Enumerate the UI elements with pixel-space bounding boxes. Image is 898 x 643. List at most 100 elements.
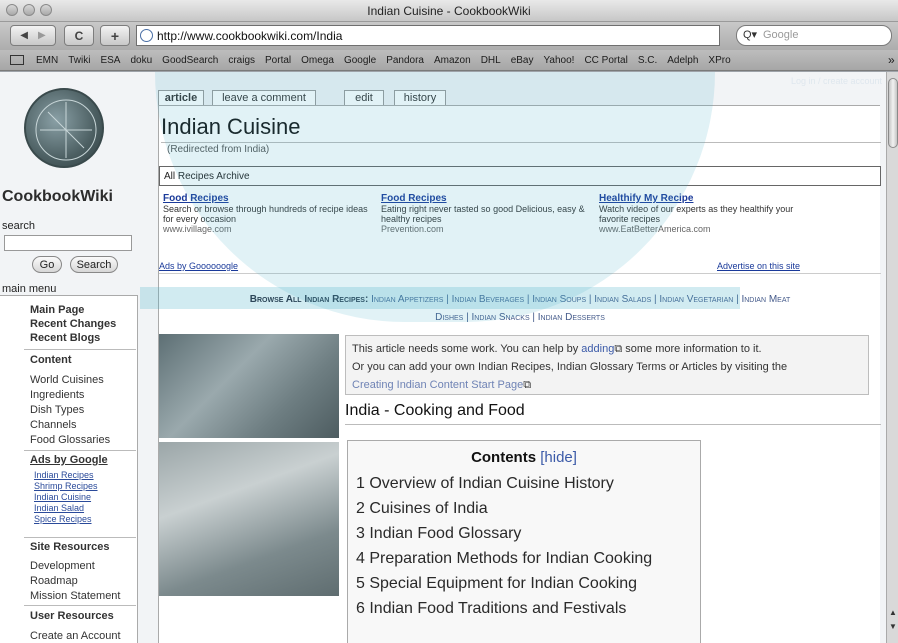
google-search-field[interactable]: Q▾ Google: [736, 25, 892, 46]
start-page-link[interactable]: Creating Indian Content Start Page: [352, 379, 523, 391]
sidebar-content-item[interactable]: Food Glossaries: [30, 434, 110, 446]
section-heading: India - Cooking and Food: [345, 402, 525, 419]
toc-item[interactable]: 3 Indian Food Glossary: [356, 525, 521, 543]
bookmark-item[interactable]: EMN: [36, 55, 58, 66]
toc-title-text: Contents: [471, 449, 537, 466]
globe-icon: [140, 29, 153, 42]
advertise-link[interactable]: Advertise on this site: [717, 261, 800, 271]
search-icon: Q▾: [743, 29, 758, 41]
bookmark-item[interactable]: Portal: [265, 55, 291, 66]
back-arrow-icon[interactable]: ◀: [20, 30, 28, 41]
sidebar-content-item[interactable]: Channels: [30, 419, 76, 431]
sidebar-section-heading: Content: [30, 354, 72, 366]
bookmark-item[interactable]: Yahoo!: [544, 55, 575, 66]
bookmark-item[interactable]: Omega: [301, 55, 334, 66]
bookmark-item[interactable]: craigs: [228, 55, 255, 66]
article-notice: This article needs some work. You can he…: [345, 335, 869, 395]
toc-title: Contents [hide]: [348, 449, 700, 466]
google-search-placeholder: Google: [763, 29, 799, 41]
reload-icon: C: [74, 28, 84, 43]
bookmark-item[interactable]: Amazon: [434, 55, 471, 66]
sidebar-ad-link[interactable]: Spice Recipes: [34, 514, 92, 524]
sidebar-ad-link[interactable]: Indian Cuisine: [34, 492, 91, 502]
forward-arrow-icon[interactable]: ▶: [38, 30, 46, 41]
toc-hide-toggle[interactable]: [hide]: [540, 449, 577, 466]
menu-divider: [24, 537, 136, 538]
sidebar-user-item[interactable]: Create an Account: [30, 630, 121, 642]
sidebar-resource-item[interactable]: Development: [30, 560, 95, 572]
search-button[interactable]: Search: [70, 256, 118, 273]
ads-by-google-link[interactable]: Ads by Goooooogle: [159, 261, 238, 271]
bookmarks-overflow-icon[interactable]: »: [888, 53, 895, 67]
scrollbar-thumb[interactable]: [888, 78, 898, 148]
notice-text: some more information to it.: [622, 343, 762, 355]
toc-item[interactable]: 4 Preparation Methods for Indian Cooking: [356, 550, 652, 568]
bookmark-item[interactable]: ESA: [100, 55, 120, 66]
sidebar-section-heading: User Resources: [30, 610, 114, 622]
food-photo-1: [159, 334, 339, 438]
site-logo[interactable]: [24, 88, 104, 168]
bookmark-item[interactable]: S.C.: [638, 55, 657, 66]
bookmark-item[interactable]: Adelph: [667, 55, 698, 66]
bookmark-item[interactable]: doku: [130, 55, 152, 66]
go-button[interactable]: Go: [32, 256, 62, 273]
sidebar-resource-item[interactable]: Roadmap: [30, 575, 78, 587]
vertical-scrollbar[interactable]: ▲ ▼: [886, 72, 898, 643]
bookmark-item[interactable]: eBay: [511, 55, 534, 66]
sidebar-ads-heading[interactable]: Ads by Google: [30, 454, 108, 466]
sidebar: CookbookWiki search Go Search main menu …: [0, 72, 140, 643]
sidebar-content-item[interactable]: Ingredients: [30, 389, 84, 401]
window-titlebar: Indian Cuisine - CookbookWiki: [0, 0, 898, 22]
notice-line-2: Or you can add your own Indian Recipes, …: [352, 361, 788, 373]
sidebar-resource-item[interactable]: Mission Statement: [30, 590, 120, 602]
bookmark-item[interactable]: Google: [344, 55, 376, 66]
toc-item[interactable]: 5 Special Equipment for Indian Cooking: [356, 575, 637, 593]
bookmark-item[interactable]: DHL: [481, 55, 501, 66]
bookmark-item[interactable]: Twiki: [68, 55, 90, 66]
login-link[interactable]: Log in / create account: [728, 76, 882, 86]
sidebar-ad-link[interactable]: Indian Salad: [34, 503, 84, 513]
address-bar[interactable]: http://www.cookbookwiki.com/India: [136, 25, 720, 46]
sidebar-section-heading: Site Resources: [30, 541, 110, 553]
notice-line-3: Creating Indian Content Start Page⧉: [352, 376, 862, 394]
sidebar-nav-item[interactable]: Recent Changes: [30, 318, 116, 330]
bookmark-item[interactable]: CC Portal: [584, 55, 627, 66]
web-page: CookbookWiki search Go Search main menu …: [0, 72, 898, 643]
search-label: search: [2, 220, 36, 232]
scroll-up-arrow[interactable]: ▲: [888, 608, 898, 617]
notice-line-1: This article needs some work. You can he…: [352, 340, 862, 358]
bookmark-item[interactable]: Pandora: [386, 55, 424, 66]
add-icon: +: [110, 27, 120, 44]
external-link-icon: ⧉: [523, 379, 532, 391]
toc-item[interactable]: 1 Overview of Indian Cuisine History: [356, 475, 614, 493]
main-menu-heading: main menu: [2, 283, 57, 295]
bookmark-item[interactable]: GoodSearch: [162, 55, 218, 66]
table-of-contents: Contents [hide] 1 Overview of Indian Cui…: [347, 440, 701, 643]
sidebar-nav-item[interactable]: Recent Blogs: [30, 332, 100, 344]
add-bookmark-button[interactable]: +: [100, 25, 130, 46]
sidebar-content-item[interactable]: World Cuisines: [30, 374, 104, 386]
bookmark-item[interactable]: XPro: [708, 55, 730, 66]
site-name[interactable]: CookbookWiki: [2, 188, 113, 206]
back-forward-buttons[interactable]: ◀ ▶: [10, 25, 56, 46]
notice-text: This article needs some work. You can he…: [352, 343, 582, 355]
menu-divider: [24, 349, 136, 350]
sidebar-nav-item[interactable]: Main Page: [30, 304, 84, 316]
sidebar-content-item[interactable]: Dish Types: [30, 404, 84, 416]
watermark-stripe: [140, 287, 740, 309]
search-input[interactable]: [4, 235, 132, 251]
scroll-down-arrow[interactable]: ▼: [888, 622, 898, 631]
browser-toolbar: ◀ ▶ C + http://www.cookbookwiki.com/Indi…: [0, 22, 898, 50]
adding-link[interactable]: adding: [581, 343, 614, 355]
bookmarks-bar: EMN Twiki ESA doku GoodSearch craigs Portal Ome…: [0, 50, 898, 71]
sidebar-ad-link[interactable]: Shrimp Recipes: [34, 481, 98, 491]
bookmarks-list: EMN Twiki ESA doku GoodSearch craigs Portal Ome…: [36, 55, 731, 66]
address-url: http://www.cookbookwiki.com/India: [157, 29, 343, 43]
section-divider: [345, 424, 881, 425]
sidebar-ad-link[interactable]: Indian Recipes: [34, 470, 94, 480]
menu-divider: [24, 450, 136, 451]
toc-item[interactable]: 2 Cuisines of India: [356, 500, 488, 518]
reload-button[interactable]: C: [64, 25, 94, 46]
book-icon[interactable]: [10, 55, 24, 65]
toc-item[interactable]: 6 Indian Food Traditions and Festivals: [356, 600, 626, 618]
